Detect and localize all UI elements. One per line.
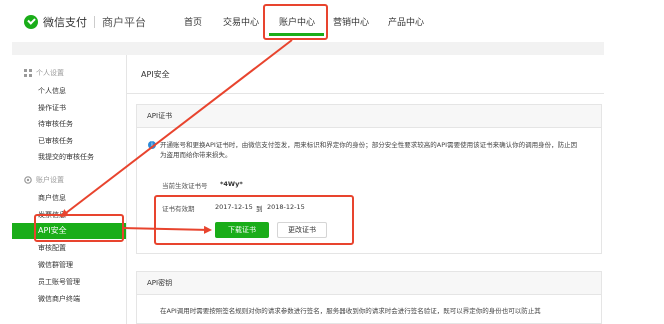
annotation-arrows (60, 39, 293, 234)
arrow-nav-to-sidebar (60, 39, 293, 218)
arrow-sidebar-to-cert (123, 225, 212, 234)
